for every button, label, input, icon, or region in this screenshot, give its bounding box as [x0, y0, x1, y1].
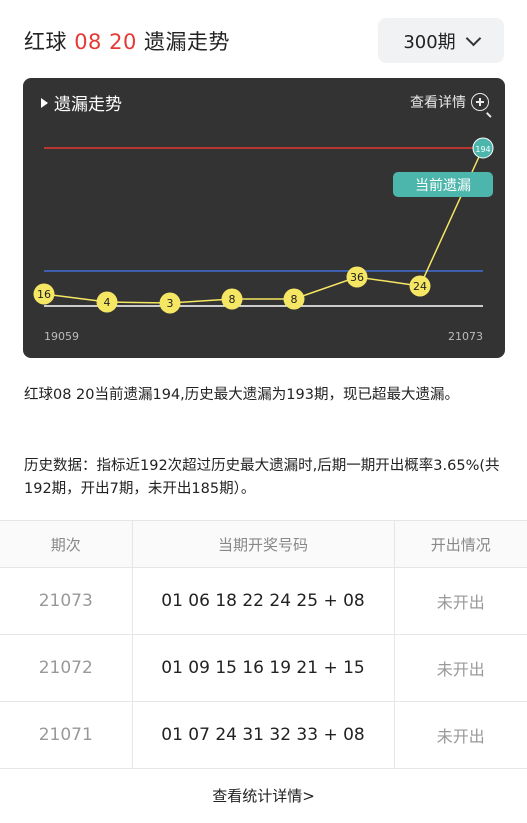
row-status: 未开出 — [436, 660, 485, 679]
data-point-label: 24 — [413, 280, 427, 293]
draw-history-table: 期次 当期开奖号码 开出情况 21073 01 06 18 22 24 25 +… — [0, 520, 527, 769]
view-detail-link[interactable]: 查看详情 — [410, 92, 492, 117]
data-point-label: 4 — [104, 296, 111, 309]
omission-chart: 16 4 3 8 8 36 24 194 当前遗漏 19059 21073 — [33, 137, 494, 343]
data-point-label: 3 — [167, 297, 174, 310]
data-point-label: 8 — [291, 293, 298, 306]
table-header-row: 期次 当期开奖号码 开出情况 — [0, 520, 527, 568]
row-issue: 21071 — [0, 702, 133, 768]
row-numbers: 01 06 18 22 24 25 + 08 — [133, 568, 395, 634]
x-end-label: 21073 — [448, 330, 483, 343]
zoom-in-icon — [471, 93, 492, 117]
data-point-label: 36 — [350, 271, 364, 284]
view-detail-label: 查看详情 — [410, 95, 466, 111]
page-title: 红球 08 20 遗漏走势 — [24, 26, 230, 56]
chevron-down-icon — [465, 30, 481, 46]
header-status: 开出情况 — [430, 535, 491, 554]
title-numbers: 08 20 — [74, 30, 137, 54]
table-row: 21073 01 06 18 22 24 25 + 08 未开出 — [0, 568, 527, 635]
current-omission-badge-label: 当前遗漏 — [415, 177, 471, 194]
description-history: 历史数据：指标近192次超过历史最大遗漏时,后期一期开出概率3.65%(共192… — [24, 458, 500, 497]
data-point-label: 194 — [475, 145, 490, 154]
view-statistics-link[interactable]: 查看统计详情> — [0, 768, 527, 823]
row-status: 未开出 — [436, 593, 485, 612]
table-row: 21071 01 07 24 31 32 33 + 08 未开出 — [0, 702, 527, 769]
x-start-label: 19059 — [44, 330, 79, 343]
table-row: 21072 01 09 15 16 19 21 + 15 未开出 — [0, 635, 527, 702]
omission-chart-card: 16 4 3 8 8 36 24 194 当前遗漏 19059 21073 遗漏走势 查看详情 — [23, 78, 505, 358]
description-summary: 红球08 20当前遗漏194,历史最大遗漏为193期，现已超最大遗漏。 — [24, 387, 459, 403]
row-status: 未开出 — [436, 727, 485, 746]
data-point-label: 8 — [229, 293, 236, 306]
page-header: 红球 08 20 遗漏走势 300期 — [0, 0, 527, 80]
chart-title-label: 遗漏走势 — [54, 95, 122, 115]
title-prefix: 红球 — [24, 30, 67, 54]
chart-header: 遗漏走势 查看详情 — [23, 90, 505, 118]
row-issue: 21073 — [0, 568, 133, 634]
collapse-triangle-icon — [41, 97, 48, 108]
row-numbers: 01 07 24 31 32 33 + 08 — [133, 702, 395, 768]
row-issue: 21072 — [0, 635, 133, 701]
data-point-label: 16 — [37, 288, 51, 301]
period-select[interactable]: 300期 — [378, 18, 504, 63]
header-numbers: 当期开奖号码 — [133, 521, 395, 567]
chart-title[interactable]: 遗漏走势 — [41, 90, 122, 115]
row-numbers: 01 09 15 16 19 21 + 15 — [133, 635, 395, 701]
period-select-value: 300期 — [403, 31, 456, 53]
header-issue: 期次 — [0, 521, 133, 567]
title-suffix: 遗漏走势 — [144, 30, 230, 54]
